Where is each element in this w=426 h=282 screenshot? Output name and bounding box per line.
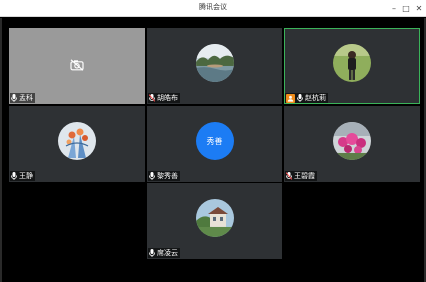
participant-tile-3[interactable]: 赵杭莉 — [284, 28, 420, 104]
building-landscape-icon — [195, 198, 234, 237]
participant-name: 孟科 — [19, 94, 33, 102]
text-avatar: 秀善 — [195, 121, 234, 160]
minimize-button[interactable]: – — [388, 2, 400, 14]
participant-tile-4[interactable]: 王静 — [9, 106, 145, 182]
participant-name: 黎秀善 — [157, 172, 178, 180]
participant-tile-6[interactable]: 王碧霞 — [284, 106, 420, 182]
participant-tile-5[interactable]: 秀善 黎秀善 — [147, 106, 282, 182]
avatar — [333, 121, 371, 160]
maximize-button[interactable]: □ — [400, 2, 412, 14]
video-grid: 孟科 胡皓布 赵杭莉 王静 秀善 黎秀善 王碧霞 席凌云 — [0, 18, 426, 282]
participant-label: 黎秀善 — [148, 171, 180, 181]
mic-icon — [149, 249, 155, 257]
mic-icon — [11, 172, 17, 180]
participant-name: 王碧霞 — [294, 172, 315, 180]
participant-label: 王静 — [10, 171, 35, 181]
participant-label: 胡皓布 — [148, 93, 180, 103]
participant-name: 胡皓布 — [157, 94, 178, 102]
participant-label: 赵杭莉 — [285, 93, 328, 103]
mic-icon — [11, 94, 17, 102]
window-title: 腾讯会议 — [199, 3, 227, 11]
participant-label: 王碧霞 — [285, 171, 317, 181]
window-titlebar: 腾讯会议 – □ ✕ — [0, 0, 426, 17]
lake-landscape-icon — [195, 43, 234, 82]
avatar — [333, 43, 371, 82]
person-photo-icon — [333, 43, 371, 82]
avatar — [195, 198, 234, 237]
avatar — [58, 121, 96, 160]
participant-tile-2[interactable]: 胡皓布 — [147, 28, 282, 104]
close-button[interactable]: ✕ — [413, 2, 425, 14]
participant-label: 孟科 — [10, 93, 35, 103]
participant-label: 席凌云 — [148, 248, 180, 258]
mic-icon — [149, 172, 155, 180]
participant-tile-7[interactable]: 席凌云 — [147, 183, 282, 259]
participant-name: 席凌云 — [157, 249, 178, 257]
host-badge-icon — [286, 93, 295, 103]
mic-muted-icon — [149, 94, 155, 102]
avatar — [195, 43, 234, 82]
flower-bouquet-icon — [58, 121, 96, 160]
participant-name: 赵杭莉 — [305, 94, 326, 102]
mic-icon — [297, 94, 303, 102]
mic-muted-icon — [286, 172, 292, 180]
camera-off-icon — [70, 59, 84, 71]
participant-name: 王静 — [19, 172, 33, 180]
participant-tile-1[interactable]: 孟科 — [9, 28, 145, 104]
pink-flowers-icon — [333, 121, 371, 160]
